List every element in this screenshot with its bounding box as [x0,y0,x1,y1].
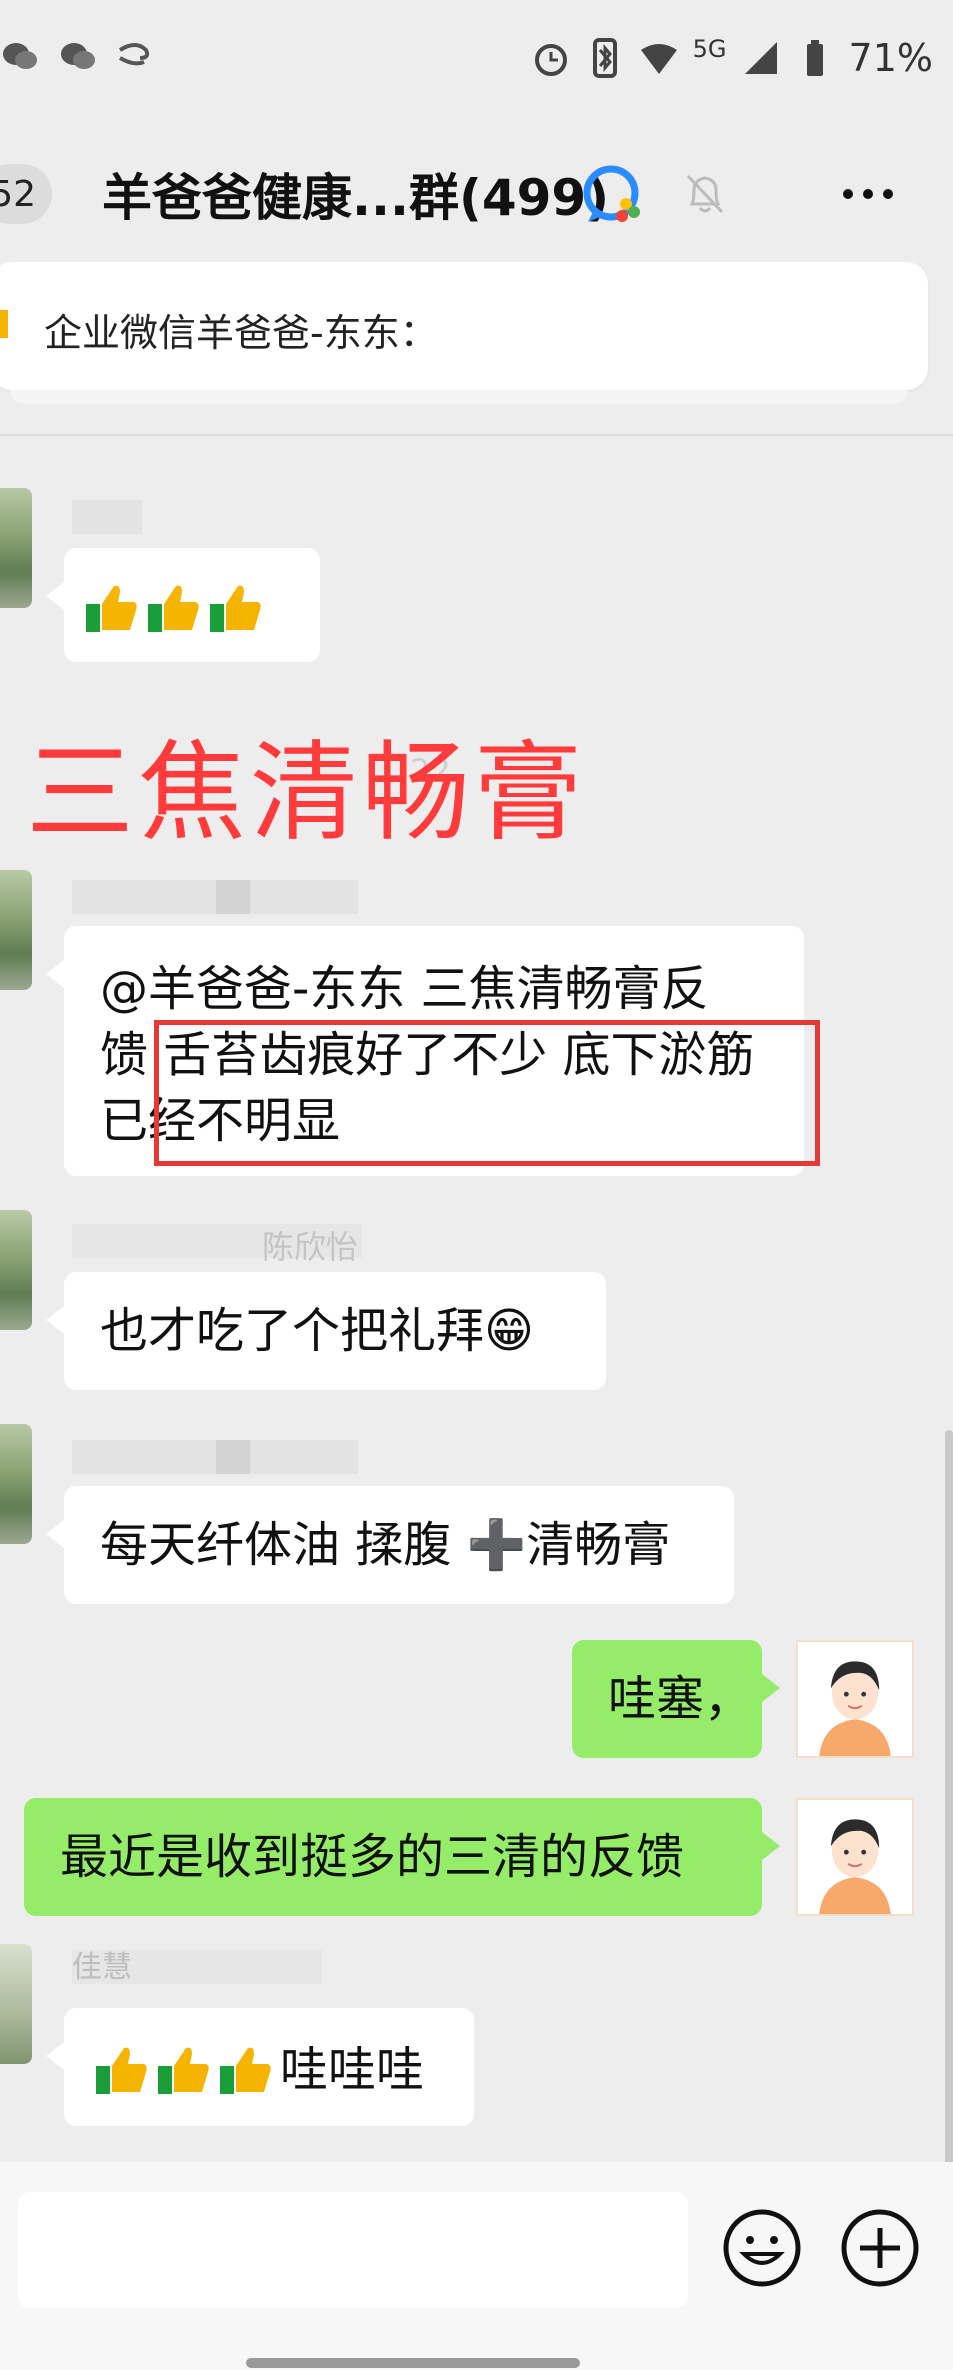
thumbs-up-icon [96,2047,147,2094]
pinned-notice[interactable]: 企业微信羊爸爸-东东： [0,262,928,404]
sender-name [72,500,142,534]
message-text: 哇哇哇 [280,2042,425,2098]
sender-name: 陈欣怡 [262,1228,359,1266]
overlay-title: 三焦清畅膏 [26,731,587,856]
thumbs-up-icon [220,2047,271,2094]
message-bubble[interactable]: 也才吃了个把礼拜😁 [46,1272,606,1390]
signal-icon [744,42,777,74]
avatar-self[interactable] [796,1798,914,1916]
avatar[interactable] [0,488,32,608]
network-label: 5G [692,35,727,63]
status-bar-left [0,36,156,76]
message-line: @羊爸爸-东东 三焦清畅膏反 [100,961,709,1017]
message-input[interactable] [18,2192,688,2308]
wechat-icon [3,43,37,69]
home-indicator[interactable] [246,2358,580,2368]
sender-name [72,1440,358,1474]
thumbs-up-icon [86,585,137,632]
sender-name [72,880,358,914]
battery-icon [806,40,823,76]
avatar[interactable] [0,870,32,990]
pinned-notice-text: 企业微信羊爸爸-东东： [44,311,438,355]
emoji-icon[interactable] [720,2206,804,2290]
blurred-avatar [216,880,250,914]
chat-title[interactable]: 羊爸爸健康...群(499) [102,158,609,230]
message-bubble-self[interactable]: 哇塞， [572,1640,780,1758]
status-bar: 5G 71% [0,0,953,120]
sender-name-row: 陈欣怡 [72,1224,362,1266]
status-bar-right: 5G 71% [531,35,933,80]
message-bubble-self[interactable]: 最近是收到挺多的三清的反馈 [24,1798,780,1916]
alarm-icon [534,44,567,76]
bluetooth-icon [592,38,617,78]
sender-name-row: 佳慧 [72,1950,322,1985]
message-text: 每天纤体油 揉腹 ➕清畅膏 [100,1517,671,1573]
avatar[interactable] [0,1424,32,1544]
thumbs-up-icon [210,585,261,632]
back-button[interactable]: 52 [0,164,52,224]
message-bubble[interactable] [46,548,320,662]
message-bubble[interactable]: 哇哇哇 [46,2008,474,2126]
chat-header: 52 羊爸爸健康...群(499) [0,140,953,240]
thumbs-up-icon [158,2047,209,2094]
scrollbar[interactable] [945,1430,953,2166]
more-options-icon[interactable] [838,174,898,214]
unread-count: 52 [0,173,36,215]
message-bubble[interactable]: 每天纤体油 揉腹 ➕清畅膏 [46,1486,734,1604]
input-bar [0,2162,953,2370]
wind-icon [118,43,150,66]
pin-icon [0,310,8,338]
blurred-avatar [216,1440,250,1474]
message-text: 也才吃了个把礼拜😁 [100,1303,535,1359]
sender-name: 佳慧 [72,1950,132,1985]
battery-percent: 71% [848,36,933,80]
divider [0,434,953,436]
thumbs-up-icon [148,585,199,632]
enterprise-chat-icon[interactable] [578,160,648,230]
wechat-icon [61,43,95,69]
avatar-self[interactable] [796,1640,914,1758]
add-icon[interactable] [838,2206,922,2290]
message-text: 哇塞， [608,1671,753,1727]
avatar[interactable] [0,1210,32,1330]
message-text: 最近是收到挺多的三清的反馈 [60,1829,685,1885]
mute-bell-icon [686,174,724,214]
avatar[interactable] [0,1944,32,2064]
wifi-icon [640,44,677,74]
highlight-box [154,1020,820,1166]
